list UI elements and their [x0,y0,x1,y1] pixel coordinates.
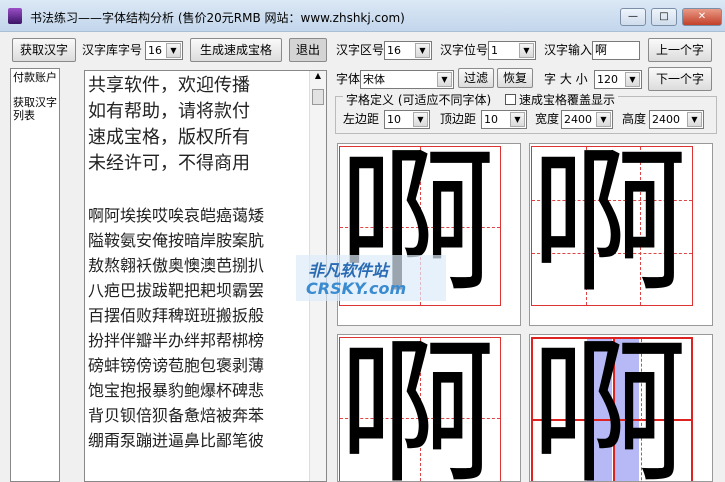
height-label: 高度 [622,112,647,126]
size-value: 120 [597,73,618,86]
preview-char: 啊 [530,143,688,315]
top-margin-value: 10 [484,113,498,126]
chevron-down-icon: ▼ [510,112,525,127]
chevron-down-icon: ▼ [166,43,181,58]
grid-legend: 字格定义 (可适应不同字体) 速成宝格覆盖显示 [343,91,619,108]
next-char-button[interactable]: 下一个字 [648,67,712,91]
text-line: 扮拌伴瓣半办绊邦帮梆榜 [88,331,265,350]
overlay-label: 速成宝格覆盖显示 [519,93,616,107]
app-icon [8,8,22,24]
text-line [88,177,310,203]
text-line: 啊阿埃挨哎唉哀皑癌蔼矮 [88,206,265,225]
chevron-down-icon: ▼ [687,112,702,127]
pos-label: 汉字位号 [440,43,489,57]
overlay-checkbox[interactable] [505,94,517,105]
font-value: 宋体 [363,73,385,86]
chevron-down-icon: ▼ [625,72,640,87]
grid-legend-text: 字格定义 (可适应不同字体) [346,93,492,107]
preview-panel-2: 啊 [529,143,713,326]
text-line: 隘鞍氨安俺按暗岸胺案肮 [88,231,265,250]
height-select[interactable]: 2400 ▼ [649,110,704,129]
preview-char: 啊 [338,334,496,482]
text-line: 敖熬翱袄傲奥懊澳芭捌扒 [88,256,265,275]
height-value: 2400 [652,113,680,126]
watermark-cn: 非凡软件站 [308,261,389,280]
zone-select[interactable]: 16 ▼ [384,41,432,60]
pos-select[interactable]: 1 ▼ [488,41,536,60]
font-label: 字体 [336,72,361,86]
chevron-down-icon: ▼ [415,43,430,58]
left-margin-select[interactable]: 10 ▼ [384,110,430,129]
scroll-thumb[interactable] [312,89,324,105]
pos-value: 1 [491,44,498,57]
width-value: 2400 [564,113,592,126]
chevron-down-icon: ▼ [437,72,452,87]
zone-label: 汉字区号 [336,43,385,57]
get-chars-button[interactable]: 获取汉字 [12,38,76,62]
font-select[interactable]: 宋体 ▼ [360,70,454,89]
preview-panel-4: 啊 [529,334,713,482]
left-list[interactable]: 付款账户 获取汉字列表 [10,68,60,482]
maximize-button[interactable]: □ [651,8,677,26]
watermark-en: CRSKY.com [306,279,407,298]
watermark-logo: 非凡软件站 CRSKY.com [296,255,446,301]
preview-panel-3: 啊 [337,334,521,482]
lib-size-value: 16 [148,44,162,57]
title-bar: 书法练习——字体结构分析 (售价20元RMB 网站：www.zhshkj.com… [0,0,725,32]
text-line: 共享软件，欢迎传播 [88,75,250,96]
text-line: 百摆佰败拜稗斑班搬扳般 [88,306,265,325]
filter-button[interactable]: 过滤 [458,68,494,88]
left-margin-label: 左边距 [343,112,380,126]
text-lines: 共享软件，欢迎传播 如有帮助，请将款付 速成宝格，版权所有 未经许可，不得商用 啊阿埃挨… [88,73,310,453]
width-select[interactable]: 2400 ▼ [561,110,613,129]
chevron-down-icon: ▼ [519,43,534,58]
input-label: 汉字输入 [544,43,593,57]
close-button[interactable]: ✕ [682,8,722,26]
preview-char: 啊 [530,334,688,482]
top-margin-label: 顶边距 [440,112,477,126]
lib-size-label: 汉字库字号 [82,43,143,57]
chevron-down-icon: ▼ [596,112,611,127]
scroll-up-icon[interactable]: ▲ [310,71,326,80]
text-line: 背贝钡倍狈备惫焙被奔苯 [88,406,265,425]
size-select[interactable]: 120 ▼ [594,70,642,89]
width-label: 宽度 [535,112,560,126]
chevron-down-icon: ▼ [413,112,428,127]
list-item[interactable]: 付款账户 [13,71,57,84]
list-item[interactable]: 获取汉字列表 [13,96,57,122]
generate-button[interactable]: 生成速成宝格 [190,38,282,62]
size-label: 字 大 小 [544,72,588,86]
top-margin-select[interactable]: 10 ▼ [481,110,527,129]
text-line: 饱宝抱报暴豹鲍爆杯碑悲 [88,381,265,400]
char-text-area[interactable]: 共享软件，欢迎传播 如有帮助，请将款付 速成宝格，版权所有 未经许可，不得商用 啊阿埃挨… [84,70,327,482]
text-line: 速成宝格，版权所有 [88,127,250,148]
text-line: 八疤巴拔跋靶把耙坝霸罢 [88,281,265,300]
text-line: 未经许可，不得商用 [88,153,250,174]
zone-value: 16 [387,44,401,57]
minimize-button[interactable]: — [620,8,646,26]
text-line: 绷甭泵蹦迸逼鼻比鄙笔彼 [88,431,265,450]
restore-button[interactable]: 恢复 [497,68,533,88]
lib-size-select[interactable]: 16 ▼ [145,41,183,60]
prev-char-button[interactable]: 上一个字 [648,38,712,62]
char-input[interactable]: 啊 [592,41,640,60]
text-line: 磅蚌镑傍谤苞胞包褒剥薄 [88,356,265,375]
exit-button[interactable]: 退出 [289,38,327,62]
window-title: 书法练习——字体结构分析 (售价20元RMB 网站：www.zhshkj.com… [30,11,405,25]
text-line: 如有帮助，请将款付 [88,101,250,122]
left-margin-value: 10 [387,113,401,126]
